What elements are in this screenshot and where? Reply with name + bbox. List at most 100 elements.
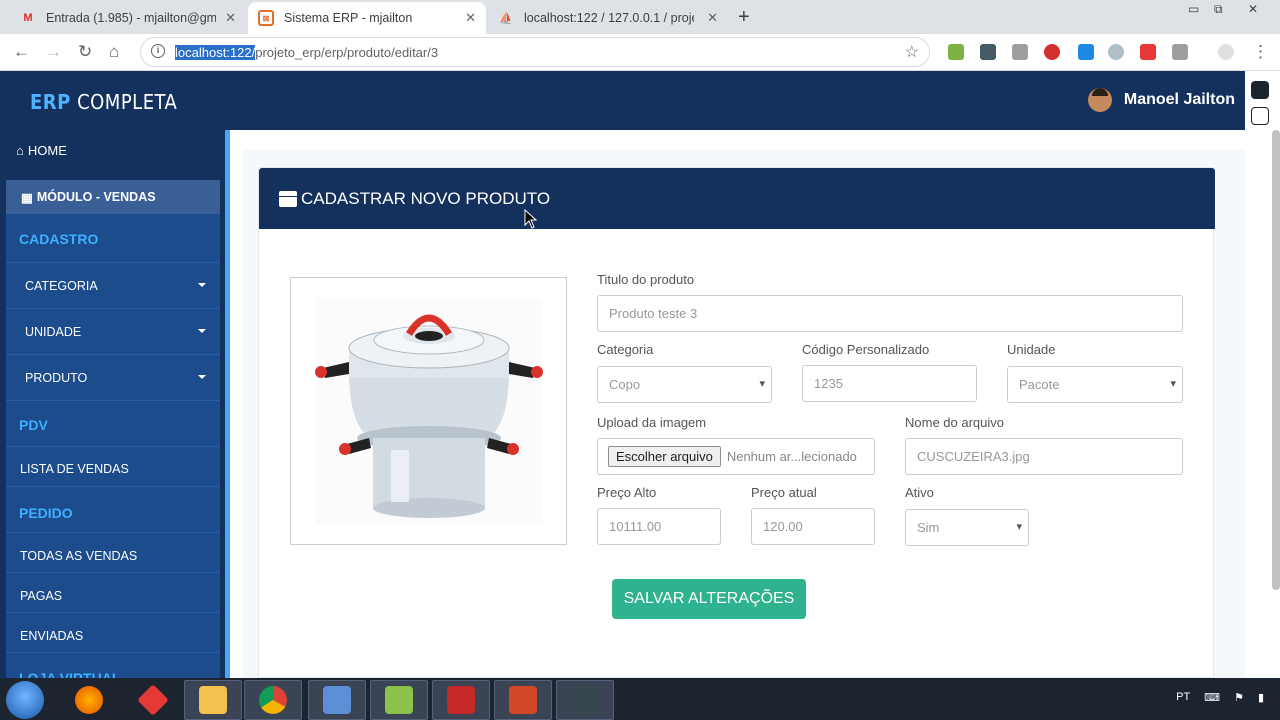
chevron-down-icon xyxy=(198,375,206,379)
section-cadastro: CADASTRO xyxy=(19,231,99,247)
info-icon[interactable]: i xyxy=(151,44,165,58)
sidebar-item-todas-vendas[interactable]: TODAS AS VENDAS xyxy=(20,549,137,563)
sidebar-item-pagas[interactable]: PAGAS xyxy=(20,589,62,603)
box-icon xyxy=(279,190,297,207)
sidebar-item-enviadas[interactable]: ENVIADAS xyxy=(20,629,83,643)
extension-badge-icon[interactable] xyxy=(1078,44,1094,60)
sidebar: ⌂ HOME ▦ MÓDULO - VENDAS CADASTRO CATEGO… xyxy=(0,130,225,678)
product-image xyxy=(290,277,567,545)
tab-phpmyadmin[interactable]: ⛵ localhost:122 / 127.0.0.1 / projeto_er… xyxy=(488,2,728,34)
close-icon[interactable]: ✕ xyxy=(465,10,476,26)
chevron-down-icon xyxy=(198,329,206,333)
sheets-extension-icon[interactable] xyxy=(948,44,964,60)
section-pdv: PDV xyxy=(19,417,48,433)
menu-icon[interactable]: ⋮ xyxy=(1252,42,1269,62)
upload-label: Upload da imagem xyxy=(597,415,707,430)
user-menu[interactable]: Manoel Jailton xyxy=(1087,88,1235,112)
address-bar[interactable]: i localhost:122/projeto_erp/erp/produto/… xyxy=(140,37,930,67)
sidebar-module-vendas[interactable]: ▦ MÓDULO - VENDAS xyxy=(6,180,220,214)
avatar xyxy=(1087,88,1112,112)
restore-icon[interactable]: ⧉ xyxy=(1214,2,1223,17)
firefox-taskbar-button[interactable] xyxy=(60,680,118,720)
figure-extension-icon[interactable] xyxy=(1172,44,1188,60)
codigo-label: Código Personalizado xyxy=(802,342,930,357)
back-icon[interactable]: ← xyxy=(13,42,30,62)
section-loja-virtual: LOJA VIRTUAL xyxy=(19,670,121,678)
recorder-taskbar-button[interactable] xyxy=(556,680,614,720)
code-extension-icon[interactable] xyxy=(1012,44,1028,60)
explorer-taskbar-button[interactable] xyxy=(184,680,242,720)
tab-title: Entrada (1.985) - mjailton@gmail.com xyxy=(46,11,216,25)
window-close-icon[interactable]: ✕ xyxy=(1248,2,1258,16)
titulo-label: Titulo do produto xyxy=(597,272,695,287)
sidebar-item-categoria[interactable]: CATEGORIA xyxy=(6,262,220,308)
categoria-label: Categoria xyxy=(597,342,654,357)
unidade-label: Unidade xyxy=(1007,342,1056,357)
choose-file-button[interactable]: Escolher arquivo xyxy=(608,446,721,467)
minimize-icon[interactable]: ▭ xyxy=(1188,2,1199,16)
adblock-extension-icon[interactable] xyxy=(1044,44,1060,60)
start-button[interactable] xyxy=(6,681,44,719)
video-extension-icon[interactable] xyxy=(1140,44,1156,60)
divider xyxy=(6,532,220,533)
preco-atual-label: Preço atual xyxy=(751,485,817,500)
app-taskbar-button[interactable] xyxy=(124,680,182,720)
divider xyxy=(6,400,220,401)
categoria-select[interactable]: Copo xyxy=(597,366,772,403)
sidebar-item-lista-vendas[interactable]: LISTA DE VENDAS xyxy=(20,462,129,476)
flag-icon[interactable]: ⚑ xyxy=(1234,691,1244,704)
scrollbar[interactable] xyxy=(1272,130,1280,590)
erp-favicon: ⊠ xyxy=(258,10,274,26)
close-icon[interactable]: ✕ xyxy=(225,10,236,26)
language-indicator[interactable]: PT xyxy=(1176,691,1190,704)
preco-alto-input[interactable]: 10111.00 xyxy=(597,508,721,545)
steamer-pot-image xyxy=(315,298,543,523)
virtualbox-taskbar-button[interactable] xyxy=(308,680,366,720)
system-tray: PT ⌨ ⚑ ▮ xyxy=(1176,691,1264,704)
filezilla-taskbar-button[interactable] xyxy=(432,680,490,720)
forward-icon[interactable]: → xyxy=(45,42,62,62)
url-text[interactable]: localhost:122/projeto_erp/erp/produto/ed… xyxy=(175,45,438,60)
brand-logo[interactable]: ERP COMPLETA xyxy=(30,90,177,114)
powerpoint-taskbar-button[interactable] xyxy=(494,680,552,720)
file-upload-input[interactable]: Escolher arquivo Nenhum ar...lecionado xyxy=(597,438,875,475)
unidade-select[interactable]: Pacote xyxy=(1007,366,1183,403)
codigo-input[interactable]: 1235 xyxy=(802,365,977,402)
sidebar-item-unidade[interactable]: UNIDADE xyxy=(6,308,220,354)
sidebar-item-produto[interactable]: PRODUTO xyxy=(6,354,220,400)
titulo-input[interactable]: Produto teste 3 xyxy=(597,295,1183,332)
ativo-label: Ativo xyxy=(905,485,934,500)
firefox-icon xyxy=(75,686,103,714)
divider xyxy=(6,446,220,447)
close-icon[interactable]: ✕ xyxy=(707,10,718,26)
bookmark-star-icon[interactable]: ☆ xyxy=(905,42,919,62)
mouse-cursor-icon xyxy=(524,209,538,229)
card-header: CADASTRAR NOVO PRODUTO xyxy=(259,168,1215,229)
network-icon[interactable]: ▮ xyxy=(1258,691,1264,704)
new-tab-button[interactable]: + xyxy=(738,6,750,29)
panel-toggle-icon[interactable] xyxy=(1251,81,1269,99)
section-pedido: PEDIDO xyxy=(19,505,73,521)
skype-extension-icon[interactable] xyxy=(1108,44,1124,60)
tab-sistema-erp[interactable]: ⊠ Sistema ERP - mjailton ✕ xyxy=(248,2,486,34)
keyboard-icon[interactable]: ⌨ xyxy=(1204,691,1220,704)
sidebar-item-home[interactable]: ⌂ HOME xyxy=(16,143,67,158)
reload-icon[interactable]: ↻ xyxy=(78,42,92,62)
file-status: Nenhum ar...lecionado xyxy=(726,449,857,464)
tab-title: localhost:122 / 127.0.0.1 / projeto_erp xyxy=(524,11,694,25)
product-form-card: CADASTRAR NOVO PRODUTO Titulo do produto… xyxy=(258,167,1215,678)
divider xyxy=(6,652,220,653)
save-button[interactable]: SALVAR ALTERAÇÕES xyxy=(612,579,806,619)
browser-toolbar: ← → ↻ ⌂ i localhost:122/projeto_erp/erp/… xyxy=(0,34,1280,71)
profile-icon[interactable] xyxy=(1218,44,1234,60)
chrome-taskbar-button[interactable] xyxy=(244,680,302,720)
tab-gmail[interactable]: M Entrada (1.985) - mjailton@gmail.com ✕ xyxy=(10,2,246,34)
arquivo-input[interactable]: CUSCUZEIRA3.jpg xyxy=(905,438,1183,475)
preco-atual-input[interactable]: 120.00 xyxy=(751,508,875,545)
new-extension-icon[interactable] xyxy=(980,44,996,60)
ativo-select[interactable]: Sim xyxy=(905,509,1029,546)
editor-taskbar-button[interactable] xyxy=(370,680,428,720)
home-icon[interactable]: ⌂ xyxy=(109,42,119,62)
panel-option-icon[interactable] xyxy=(1251,107,1269,125)
windows-taskbar: PT ⌨ ⚑ ▮ xyxy=(0,678,1280,720)
